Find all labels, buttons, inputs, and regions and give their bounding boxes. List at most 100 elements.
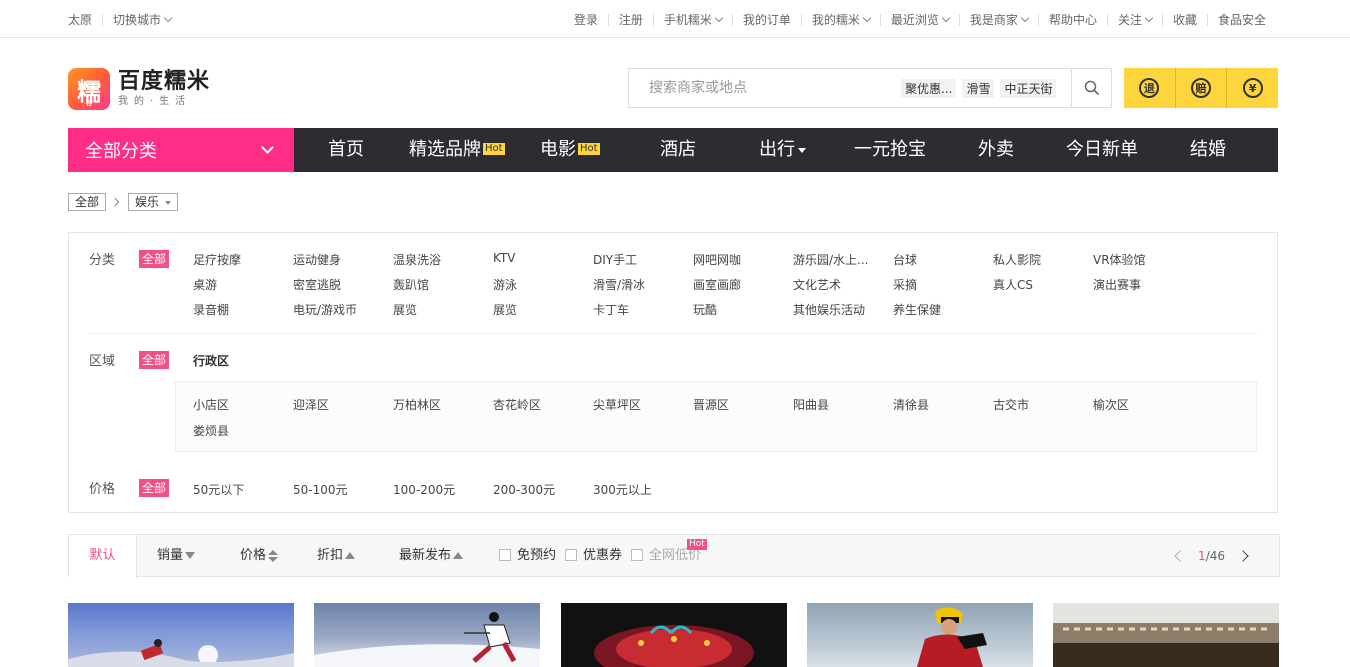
category-option[interactable]: 画室画廊	[693, 276, 741, 293]
district-title[interactable]: 行政区	[193, 352, 229, 369]
district-option[interactable]: 迎泽区	[293, 396, 329, 413]
follow-link[interactable]: 关注	[1118, 11, 1154, 28]
product-image[interactable]	[1053, 603, 1279, 667]
my-orders-link[interactable]: 我的订单	[743, 11, 791, 28]
all-categories-button[interactable]: 全部分类	[68, 128, 294, 172]
nav-item-hotels[interactable]: 酒店	[660, 128, 696, 172]
price-promise[interactable]: ¥	[1227, 68, 1278, 108]
nav-item-travel[interactable]: 出行	[759, 128, 806, 172]
category-option[interactable]: 温泉洗浴	[393, 251, 441, 268]
category-option[interactable]: 展览	[393, 301, 417, 318]
category-all-button[interactable]: 全部	[139, 250, 170, 268]
category-option[interactable]: 游泳	[493, 276, 517, 293]
category-option[interactable]: 密室逃脱	[293, 276, 341, 293]
sort-sales-tab[interactable]: 销量	[157, 535, 196, 577]
district-option[interactable]: 万柏林区	[393, 396, 441, 413]
price-option[interactable]: 50元以下	[193, 481, 244, 498]
price-option[interactable]: 200-300元	[493, 481, 555, 498]
category-option[interactable]: 滑雪/滑冰	[593, 276, 645, 293]
product-image[interactable]	[314, 603, 540, 667]
district-option[interactable]: 娄烦县	[193, 422, 229, 439]
product-image[interactable]	[807, 603, 1033, 667]
register-link[interactable]: 注册	[619, 11, 643, 28]
price-all-button[interactable]: 全部	[139, 479, 170, 497]
search-tag[interactable]: 聚优惠...	[901, 79, 957, 98]
search-tag[interactable]: 中正天街	[1000, 79, 1057, 98]
sort-price-tab[interactable]: 价格	[240, 535, 279, 577]
no-booking-checkbox[interactable]: 免预约	[499, 535, 556, 577]
sort-discount-tab[interactable]: 折扣	[317, 535, 356, 577]
district-option[interactable]: 杏花岭区	[493, 396, 541, 413]
district-option[interactable]: 阳曲县	[793, 396, 829, 413]
breadcrumb-current[interactable]: 娱乐	[128, 193, 179, 211]
category-option[interactable]: 私人影院	[993, 251, 1041, 268]
recent-browse-link[interactable]: 最近浏览	[891, 11, 951, 28]
category-option[interactable]: 真人CS	[993, 276, 1033, 293]
nav-item-home[interactable]: 首页	[328, 128, 364, 172]
category-option[interactable]: 其他娱乐活动	[793, 301, 865, 318]
sort-default-tab[interactable]: 默认	[69, 535, 137, 579]
coupon-checkbox[interactable]: 优惠券	[565, 535, 622, 577]
compensation-promise[interactable]: 赔	[1176, 68, 1228, 108]
product-image[interactable]	[68, 603, 294, 667]
district-option[interactable]: 古交市	[993, 396, 1029, 413]
category-option[interactable]: 台球	[893, 251, 917, 268]
category-option[interactable]: 文化艺术	[793, 276, 841, 293]
category-option[interactable]: KTV	[493, 251, 515, 265]
caret-down-icon	[798, 147, 806, 153]
category-option[interactable]: DIY手工	[593, 251, 637, 268]
category-option[interactable]: 录音棚	[193, 301, 229, 318]
breadcrumb-root[interactable]: 全部	[68, 193, 107, 211]
category-option[interactable]: 轰趴馆	[393, 276, 429, 293]
my-nuomi-link[interactable]: 我的糯米	[812, 11, 872, 28]
category-option[interactable]: 展览	[493, 301, 517, 318]
mobile-nuomi-link[interactable]: 手机糯米	[664, 11, 724, 28]
product-image[interactable]	[561, 603, 787, 667]
merchant-link[interactable]: 我是商家	[970, 11, 1030, 28]
site-logo[interactable]: 糯 谷 百度糯米 我的·生活	[68, 68, 210, 110]
nav-item-takeout[interactable]: 外卖	[978, 128, 1014, 172]
food-safety-link[interactable]: 食品安全	[1218, 11, 1266, 28]
nav-item-movies[interactable]: 电影 Hot	[540, 128, 600, 172]
category-option[interactable]: 游乐园/水上...	[793, 251, 869, 268]
favorites-link[interactable]: 收藏	[1173, 11, 1197, 28]
category-option[interactable]: 足疗按摩	[193, 251, 241, 268]
category-option[interactable]: 卡丁车	[593, 301, 629, 318]
category-option[interactable]: 电玩/游戏币	[293, 301, 357, 318]
search-button[interactable]	[1071, 69, 1111, 107]
category-option[interactable]: 采摘	[893, 276, 917, 293]
category-option[interactable]: 运动健身	[293, 251, 341, 268]
nav-item-wedding[interactable]: 结婚	[1190, 128, 1226, 172]
district-option[interactable]: 榆次区	[1093, 396, 1129, 413]
login-link[interactable]: 登录	[574, 11, 598, 28]
search-input[interactable]	[629, 69, 889, 107]
divider	[652, 13, 654, 26]
nav-item-brands[interactable]: 精选品牌 Hot	[409, 128, 505, 172]
district-option[interactable]: 清徐县	[893, 396, 929, 413]
district-option[interactable]: 尖草坪区	[593, 396, 641, 413]
nav-item-one-yuan[interactable]: 一元抢宝	[854, 128, 926, 172]
district-option[interactable]: 小店区	[193, 396, 229, 413]
category-option[interactable]: 养生保健	[893, 301, 941, 318]
category-option[interactable]: 玩酷	[693, 301, 717, 318]
city-selector: 太原 切换城市	[68, 11, 173, 28]
divider	[800, 13, 802, 26]
switch-city-link[interactable]: 切换城市	[113, 11, 161, 28]
nav-item-new-today[interactable]: 今日新单	[1066, 128, 1138, 172]
help-center-link[interactable]: 帮助中心	[1049, 11, 1097, 28]
category-option[interactable]: 桌游	[193, 276, 217, 293]
category-option[interactable]: 网吧网咖	[693, 251, 741, 268]
category-option[interactable]: VR体验馆	[1093, 251, 1146, 268]
next-page-icon[interactable]	[1237, 550, 1249, 562]
sort-newest-tab[interactable]: 最新发布	[399, 535, 464, 577]
price-option[interactable]: 300元以上	[593, 481, 652, 498]
chevron-down-icon	[163, 13, 173, 23]
region-all-button[interactable]: 全部	[139, 351, 170, 369]
prev-page-icon[interactable]	[1174, 550, 1186, 562]
district-option[interactable]: 晋源区	[693, 396, 729, 413]
category-option[interactable]: 演出赛事	[1093, 276, 1141, 293]
price-option[interactable]: 50-100元	[293, 481, 348, 498]
search-tag[interactable]: 滑雪	[962, 79, 995, 98]
refund-promise[interactable]: 退	[1124, 68, 1176, 108]
price-option[interactable]: 100-200元	[393, 481, 455, 498]
